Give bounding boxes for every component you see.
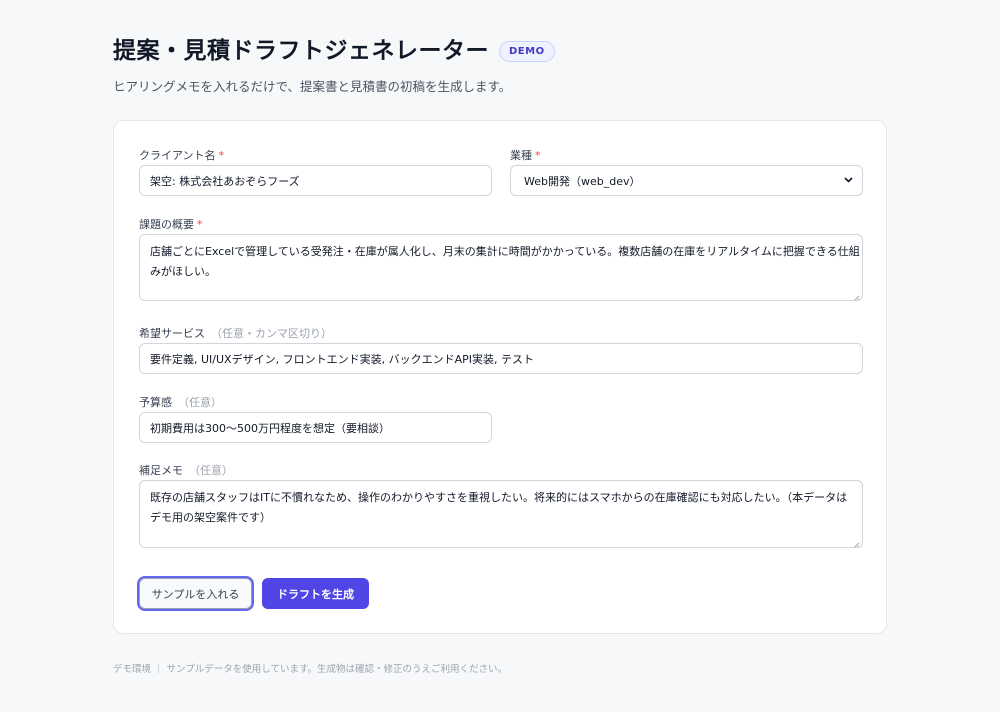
demo-badge: DEMO: [499, 40, 555, 62]
notes-text-line: デモ用の架空案件です）: [150, 511, 271, 524]
industry-label-text: 業種: [510, 149, 532, 162]
required-mark: *: [197, 218, 203, 231]
services-input[interactable]: 要件定義, UI/UXデザイン, フロントエンド実装, バックエンドAPI実装,…: [139, 343, 863, 374]
footer-note: デモ環境 ｜ サンプルデータを使用しています。生成物は確認・修正のうえご利用くだ…: [113, 664, 508, 675]
services-hint: （任意・カンマ区切り）: [211, 327, 332, 340]
client-name-label-text: クライアント名: [139, 149, 216, 162]
fill-sample-button[interactable]: サンプルを入れる: [139, 578, 252, 609]
industry-select[interactable]: Web開発（web_dev）: [510, 165, 863, 196]
chevron-down-icon: [844, 176, 853, 186]
budget-label: 予算感 （任意）: [139, 394, 222, 410]
client-name-label: クライアント名 *: [139, 147, 224, 163]
generate-draft-button[interactable]: ドラフトを生成: [262, 578, 369, 609]
resize-handle-icon[interactable]: [852, 290, 860, 300]
required-mark: *: [535, 149, 541, 162]
services-label-text: 希望サービス: [139, 327, 205, 340]
problem-label-text: 課題の概要: [139, 218, 194, 231]
title-row: 提案・見積ドラフトジェネレーター DEMO: [113, 36, 555, 66]
notes-label-text: 補足メモ: [139, 464, 183, 477]
industry-label: 業種 *: [510, 147, 541, 163]
budget-input[interactable]: 初期費用は300〜500万円程度を想定（要相談）: [139, 412, 492, 443]
budget-hint: （任意）: [178, 396, 222, 409]
notes-hint: （任意）: [189, 464, 233, 477]
problem-text-line: みがほしい。: [150, 265, 216, 278]
problem-label: 課題の概要 *: [139, 216, 203, 232]
services-label: 希望サービス （任意・カンマ区切り）: [139, 325, 332, 341]
client-name-input[interactable]: 架空: 株式会社あおぞらフーズ: [139, 165, 492, 196]
notes-textarea[interactable]: 既存の店舗スタッフはITに不慣れなため、操作のわかりやすさを重視したい。将来的に…: [139, 480, 863, 548]
resize-handle-icon[interactable]: [852, 537, 860, 547]
client-name-value: 架空: 株式会社あおぞらフーズ: [150, 174, 300, 188]
industry-selected-value: Web開発（web_dev）: [524, 174, 641, 188]
problem-textarea[interactable]: 店舗ごとにExcelで管理している受発注・在庫が属人化し、月末の集計に時間がかか…: [139, 234, 863, 301]
page-title: 提案・見積ドラフトジェネレーター: [113, 38, 489, 64]
notes-text-line: 既存の店舗スタッフはITに不慣れなため、操作のわかりやすさを重視したい。将来的に…: [150, 491, 848, 504]
budget-label-text: 予算感: [139, 396, 172, 409]
problem-text-line: 店舗ごとにExcelで管理している受発注・在庫が属人化し、月末の集計に時間がかか…: [150, 245, 860, 258]
required-mark: *: [218, 149, 225, 162]
notes-label: 補足メモ （任意）: [139, 462, 233, 478]
form-card: クライアント名 * 架空: 株式会社あおぞらフーズ 業種 * Web開発（web_d…: [113, 120, 887, 634]
services-value: 要件定義, UI/UXデザイン, フロントエンド実装, バックエンドAPI実装,…: [150, 352, 534, 366]
page-subtitle: ヒアリングメモを入れるだけで、提案書と見積書の初稿を生成します。: [113, 79, 512, 94]
budget-value: 初期費用は300〜500万円程度を想定（要相談）: [150, 421, 390, 435]
